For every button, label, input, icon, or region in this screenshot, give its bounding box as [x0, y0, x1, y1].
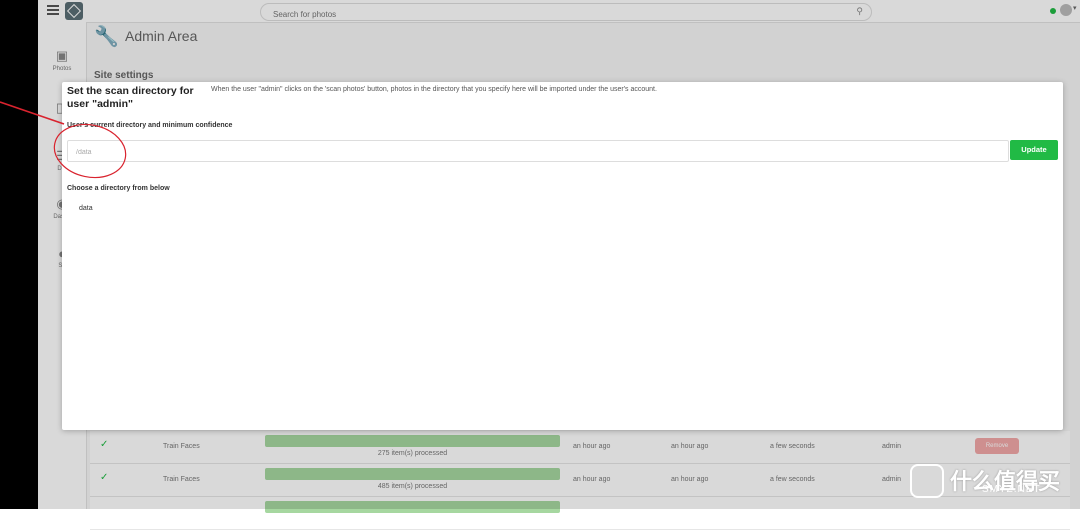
watermark-logo: [910, 464, 944, 498]
modal-title: Set the scan directory for user "admin": [67, 85, 194, 110]
left-black-margin: [0, 0, 38, 509]
modal-description: When the user "admin" clicks on the 'sca…: [211, 86, 657, 93]
watermark: 什么值得买 SMYZ.NET: [910, 462, 1075, 502]
directory-item[interactable]: data: [79, 205, 93, 212]
current-directory-label: User's current directory and minimum con…: [67, 122, 233, 129]
directory-input[interactable]: [74, 142, 998, 163]
scan-directory-modal: Set the scan directory for user "admin" …: [62, 82, 1063, 430]
watermark-url: SMYZ.NET: [982, 484, 1041, 495]
choose-directory-label: Choose a directory from below: [67, 185, 170, 192]
update-button[interactable]: Update: [1010, 140, 1058, 160]
directory-field[interactable]: [67, 140, 1009, 163]
